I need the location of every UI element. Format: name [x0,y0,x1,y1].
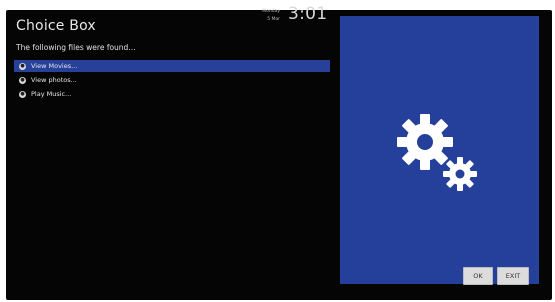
option-icon: ● [19,62,26,70]
option-label: Play Music... [31,90,72,98]
gears-icon [390,100,490,200]
option-label: View photos... [31,76,77,84]
preview-panel [340,16,539,284]
option-play-music[interactable]: ● Play Music... [14,88,330,100]
clock-date: 5 Mar [267,17,280,22]
option-icon: ● [19,76,26,84]
options-list: ● View Movies... ● View photos... ● Play… [14,60,330,102]
exit-button[interactable]: EXIT [497,267,529,285]
clock-day: Monday [262,9,280,14]
option-view-photos[interactable]: ● View photos... [14,74,330,86]
clock-time: 3:01 [288,4,328,24]
dialog-title: Choice Box [16,18,96,34]
option-view-movies[interactable]: ● View Movies... [14,60,330,72]
dialog-subtitle: The following files were found... [16,43,136,52]
option-label: View Movies... [31,62,78,70]
option-icon: ● [19,90,26,98]
ok-button[interactable]: OK [463,267,493,285]
